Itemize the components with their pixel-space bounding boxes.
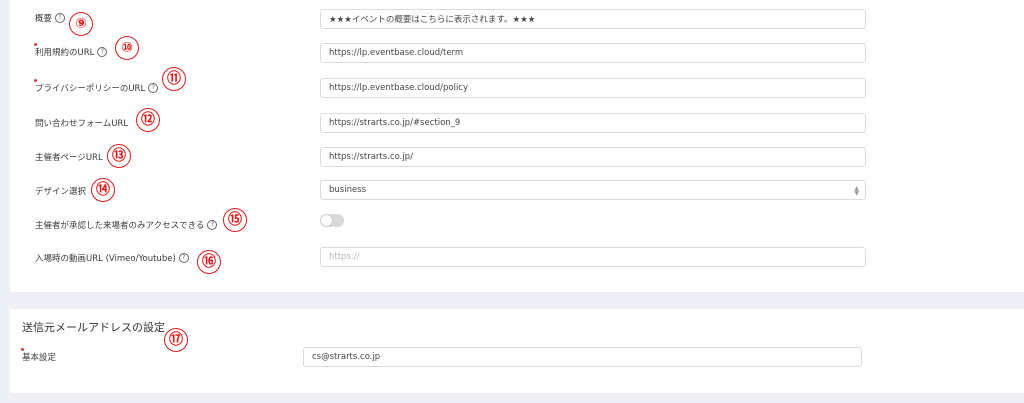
help-icon[interactable]: ? xyxy=(178,253,189,263)
toggle-knob xyxy=(321,215,332,226)
design-select-label: デザイン選択 xyxy=(35,185,86,197)
annotation-marker-12: ⑫ xyxy=(136,108,160,132)
annotation-marker-10: ⑩ xyxy=(115,36,139,60)
annotation-marker-17: ⑰ xyxy=(164,328,188,352)
help-icon[interactable]: ? xyxy=(148,83,159,93)
terms-url-input[interactable]: https://lp.eventbase.cloud/term xyxy=(320,43,866,63)
entry-video-url-label: 入場時の動画URL (Vimeo/Youtube) ? xyxy=(35,252,189,264)
help-icon[interactable]: ? xyxy=(97,47,108,57)
section-title: 送信元メールアドレスの設定 xyxy=(22,321,165,334)
organizer-page-url-label: 主催者ページURL xyxy=(35,151,103,163)
summary-label: 概要 ? xyxy=(35,12,66,24)
summary-label-text: 概要 xyxy=(35,14,53,24)
terms-url-label-text: 利用規約のURL xyxy=(33,43,95,58)
basic-setting-label: 基本設定 xyxy=(20,348,57,363)
privacy-url-input[interactable]: https://lp.eventbase.cloud/policy xyxy=(320,78,866,98)
event-settings-card: 概要 ? ⑨ ★★★イベントの概要はこちらに表示されます。★★★ 利用規約のUR… xyxy=(10,0,1024,292)
organizer-page-url-label-text: 主催者ページURL xyxy=(35,153,103,163)
design-select-label-text: デザイン選択 xyxy=(35,187,87,197)
basic-setting-label-text: 基本設定 xyxy=(20,348,57,363)
contact-form-url-label-text: 問い合わせフォームURL xyxy=(35,119,129,129)
approved-only-label-text: 主催者が承認した来場者のみアクセスできる xyxy=(35,221,205,231)
help-icon[interactable]: ? xyxy=(207,220,218,230)
annotation-marker-15: ⑮ xyxy=(223,208,247,232)
select-arrows-icon: ▲ ▼ xyxy=(854,185,859,197)
design-select[interactable]: business ▲ ▼ xyxy=(320,180,866,200)
annotation-marker-11: ⑪ xyxy=(162,67,186,91)
approved-only-toggle[interactable] xyxy=(320,214,344,227)
entry-video-url-label-text: 入場時の動画URL (Vimeo/Youtube) xyxy=(35,254,176,264)
annotation-marker-14: ⑭ xyxy=(91,178,115,202)
design-select-value: business xyxy=(329,185,367,195)
sender-email-input[interactable]: cs@strarts.co.jp xyxy=(303,347,862,367)
help-icon[interactable]: ? xyxy=(55,13,66,23)
contact-form-url-input[interactable]: https://strarts.co.jp/#section_9 xyxy=(320,113,866,133)
privacy-url-label: プライバシーポリシーのURL ? xyxy=(33,79,159,94)
privacy-url-label-text: プライバシーポリシーのURL xyxy=(33,79,146,94)
summary-input[interactable]: ★★★イベントの概要はこちらに表示されます。★★★ xyxy=(320,9,866,29)
annotation-marker-16: ⑯ xyxy=(197,250,221,274)
terms-url-label: 利用規約のURL ? xyxy=(33,43,108,58)
entry-video-url-input[interactable]: https:// xyxy=(320,247,866,267)
annotation-marker-13: ⑬ xyxy=(107,144,131,168)
approved-only-label: 主催者が承認した来場者のみアクセスできる ? xyxy=(35,219,218,231)
contact-form-url-label: 問い合わせフォームURL xyxy=(35,117,128,129)
organizer-page-url-input[interactable]: https://strarts.co.jp/ xyxy=(320,147,866,167)
annotation-marker-9: ⑨ xyxy=(69,12,93,36)
